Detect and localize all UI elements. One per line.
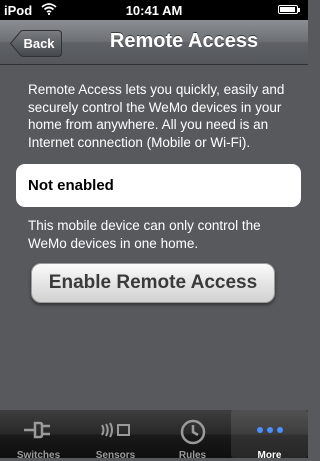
enable-button-label: Enable Remote Access [48,272,258,293]
tab-label: Sensors [95,450,136,461]
tab-bar: Switches Sensors Rules More [0,410,308,461]
page-title: Remote Access [109,30,259,52]
status-bar: iPod 10:41 AM [0,0,308,20]
battery-icon [278,5,300,14]
more-dots-icon [231,418,308,446]
back-button[interactable]: Back [10,30,62,57]
tab-label: Switches [16,450,61,461]
sensor-icon [77,418,154,446]
remote-status-text: Not enabled [28,177,114,194]
tab-switches[interactable]: Switches [0,410,77,461]
enable-remote-access-button[interactable]: Enable Remote Access [31,263,275,303]
device-limit-note: This mobile device can only control the … [28,218,261,251]
clock-icon [154,418,231,446]
tab-more[interactable]: More [231,410,308,461]
plug-icon [0,418,77,446]
remote-status-card: Not enabled [16,164,301,207]
navigation-bar: Back Remote Access [0,20,308,65]
tab-rules[interactable]: Rules [154,410,231,461]
remote-access-panel: Remote Access lets you quickly, easily a… [0,65,308,410]
tab-label: More [257,450,282,461]
tab-sensors[interactable]: Sensors [77,410,154,461]
description-text: Remote Access lets you quickly, easily a… [28,82,285,150]
status-time: 10:41 AM [125,3,183,18]
tab-label: Rules [178,450,207,461]
back-button-label: Back [23,36,55,51]
